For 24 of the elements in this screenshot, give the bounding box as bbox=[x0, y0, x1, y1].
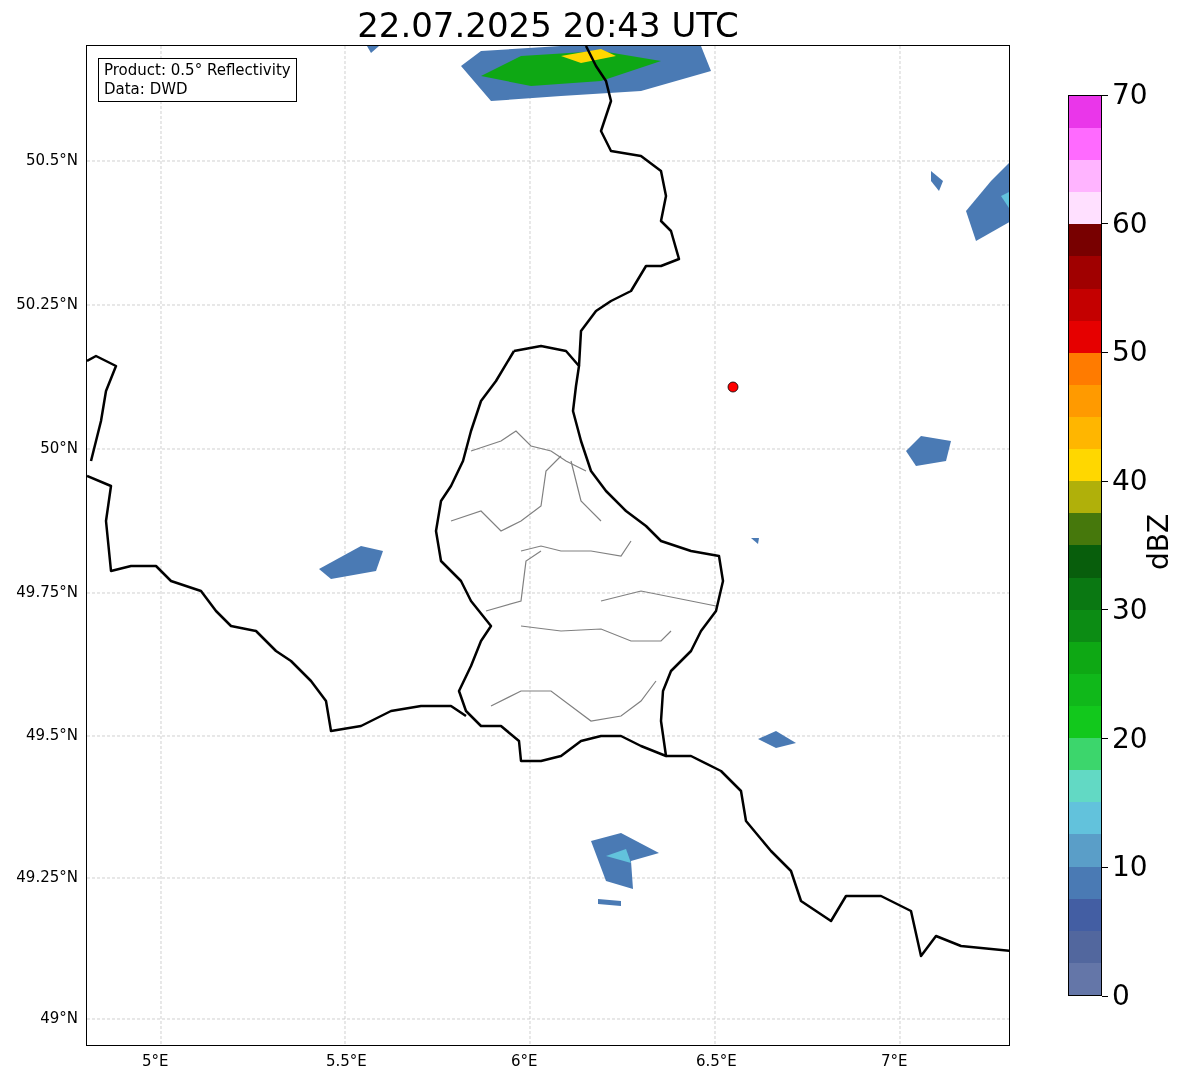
latitude-tick-label: 50.5°N bbox=[25, 151, 78, 169]
radar-echo bbox=[367, 46, 379, 53]
radar-echo bbox=[751, 538, 759, 544]
latitude-tick-label: 50°N bbox=[40, 439, 78, 457]
latitude-tick-label: 49.75°N bbox=[16, 583, 78, 601]
radar-echo bbox=[906, 436, 951, 466]
chart-title: 22.07.2025 20:43 UTC bbox=[356, 4, 740, 45]
station-marker bbox=[727, 381, 739, 393]
longitude-tick-label: 7°E bbox=[881, 1052, 908, 1070]
longitude-tick-label: 6.5°E bbox=[696, 1052, 737, 1070]
latitude-tick-label: 49°N bbox=[40, 1009, 78, 1027]
radar-echo bbox=[319, 546, 383, 579]
radar-echo bbox=[758, 731, 796, 748]
radar-echo bbox=[598, 899, 621, 906]
longitude-tick-label: 5.5°E bbox=[326, 1052, 367, 1070]
radar-echo bbox=[931, 171, 943, 191]
latitude-tick-label: 50.25°N bbox=[16, 295, 78, 313]
info-text: Product: 0.5° Reflectivity bbox=[104, 61, 291, 80]
longitude-tick-label: 5°E bbox=[142, 1052, 169, 1070]
colorbar-label: dBZ bbox=[1142, 513, 1175, 570]
longitude-tick-label: 6°E bbox=[511, 1052, 538, 1070]
latitude-tick-label: 49.5°N bbox=[25, 726, 78, 744]
latitude-tick-label: 49.25°N bbox=[16, 868, 78, 886]
info-text: Data: DWD bbox=[104, 80, 189, 99]
